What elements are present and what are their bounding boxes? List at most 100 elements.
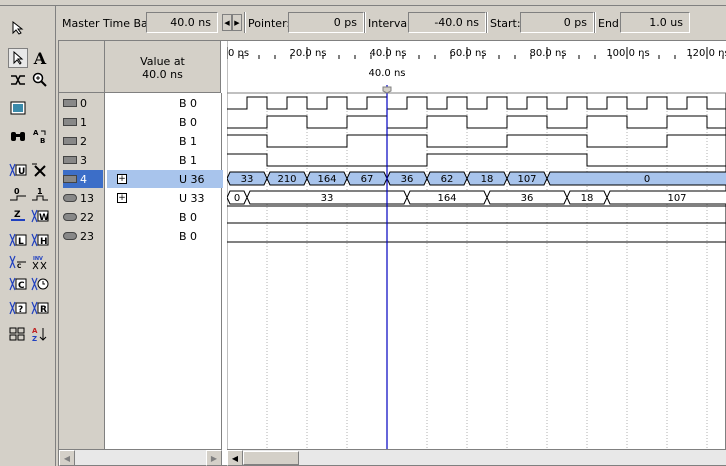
weak-low-icon[interactable]: L — [8, 230, 28, 250]
interval-field: -40.0 ns — [408, 12, 486, 33]
node-value-2[interactable]: B 1 — [107, 132, 223, 150]
next-transition-button[interactable]: ▶ — [232, 14, 242, 31]
bus-value-label: 33 — [321, 193, 334, 204]
bus-value-label: 18 — [481, 174, 494, 185]
node-name-0[interactable]: 0 — [63, 94, 103, 112]
pointer-field: 0 ps — [288, 12, 364, 33]
waveform-canvas[interactable]: 0 ps 20.0 ns 40.0 ns 60.0 ns 80.0 ns 100.0 ns… — [227, 41, 726, 451]
input-pin-icon — [63, 137, 77, 145]
text-tool-icon[interactable]: A — [30, 48, 50, 68]
cursor-handle-icon[interactable] — [382, 86, 392, 94]
bus-segment — [546, 171, 726, 186]
interval-label: Interval: — [368, 17, 414, 30]
svg-text:A: A — [33, 129, 39, 137]
weak-high-icon[interactable]: H — [30, 230, 50, 250]
waveform-scrollbar[interactable]: ◀ — [227, 449, 726, 466]
waveform-editor: Value at 40.0 ns 0 B 0 1 B 0 2 B 1 3 B 1 4 + U 36 1… — [58, 40, 726, 466]
value-at-column-header[interactable]: Value at 40.0 ns — [105, 41, 221, 93]
pointer-icon[interactable] — [8, 18, 28, 38]
separator — [486, 12, 488, 33]
expand-icon[interactable]: + — [117, 193, 127, 203]
time-header-bar: Master Time Bar: 40.0 ns ◀ ▶ Pointer: 0 … — [56, 8, 726, 36]
weak-unknown-icon[interactable]: W — [30, 206, 50, 226]
random-value-icon[interactable]: ? — [8, 298, 28, 318]
node-value-23[interactable]: B 0 — [107, 227, 223, 245]
digital-waveform — [227, 115, 726, 129]
scroll-thumb[interactable] — [243, 451, 299, 465]
node-name-13[interactable]: 13 — [63, 189, 103, 207]
node-value-1[interactable]: B 0 — [107, 113, 223, 131]
expand-icon[interactable]: + — [117, 174, 127, 184]
prev-transition-button[interactable]: ◀ — [222, 14, 232, 31]
master-time-bar-field[interactable]: 40.0 ns — [146, 12, 218, 33]
invert-icon[interactable]: INV — [30, 252, 50, 272]
separator — [364, 12, 366, 33]
clock-icon[interactable]: C — [8, 274, 28, 294]
find-icon[interactable] — [8, 126, 28, 146]
full-screen-icon[interactable] — [8, 98, 28, 118]
uninitialized-icon[interactable]: U — [8, 160, 28, 180]
node-value-label: B 0 — [179, 96, 198, 110]
digital-waveform — [227, 96, 726, 110]
bus-value-label: 18 — [581, 193, 594, 204]
bus-value-label: 0 — [234, 193, 240, 204]
node-value-13[interactable]: + U 33 — [107, 189, 223, 207]
selection-tool-icon[interactable] — [8, 48, 28, 68]
timeline-tick-label: 100.0 ns — [606, 48, 649, 59]
node-value-label: U 33 — [179, 191, 205, 205]
separator — [244, 12, 246, 33]
node-value-label: U 36 — [179, 172, 205, 186]
node-finder-icon[interactable] — [8, 70, 28, 90]
input-pin-icon — [63, 175, 77, 183]
sort-icon[interactable]: AZ — [30, 324, 50, 344]
input-pin-icon — [63, 99, 77, 107]
node-name-3[interactable]: 3 — [63, 151, 103, 169]
bus-value-label: 210 — [277, 174, 296, 185]
bus-value-label: 164 — [437, 193, 456, 204]
svg-text:B: B — [40, 137, 45, 144]
svg-text:Z: Z — [32, 335, 37, 342]
svg-text:W: W — [39, 213, 49, 223]
scroll-right-icon[interactable]: ▶ — [206, 450, 222, 466]
bus-value-label: 164 — [317, 174, 336, 185]
svg-text:U: U — [18, 167, 25, 177]
zoom-icon[interactable] — [30, 70, 50, 90]
name-column-header — [59, 41, 105, 93]
count-value-icon[interactable]: C — [8, 252, 28, 272]
node-name-1[interactable]: 1 — [63, 113, 103, 131]
node-name-23[interactable]: 23 — [63, 227, 103, 245]
node-value-3[interactable]: B 1 — [107, 151, 223, 169]
scroll-left-icon[interactable]: ◀ — [59, 450, 75, 466]
node-name-2[interactable]: 2 — [63, 132, 103, 150]
start-label: Start: — [490, 17, 521, 30]
input-pin-icon — [63, 118, 77, 126]
bus-value-label: 107 — [517, 174, 536, 185]
bus-value-label: 107 — [667, 193, 686, 204]
svg-text:L: L — [18, 237, 24, 247]
node-name-label: 1 — [80, 115, 87, 129]
forcing-high-icon[interactable]: 1 — [30, 184, 50, 204]
forcing-unknown-icon[interactable] — [30, 160, 50, 180]
random-bus-icon[interactable]: R — [30, 298, 50, 318]
replace-icon[interactable]: AB — [30, 126, 50, 146]
output-pin-icon — [63, 232, 77, 240]
node-value-label: B 0 — [179, 229, 198, 243]
node-value-4[interactable]: + U 36 — [107, 170, 223, 188]
high-impedance-icon[interactable]: Z — [8, 206, 28, 226]
input-pin-icon — [63, 156, 77, 164]
arbitrary-value-icon[interactable] — [30, 274, 50, 294]
node-value-22[interactable]: B 0 — [107, 208, 223, 226]
node-name-22[interactable]: 22 — [63, 208, 103, 226]
node-name-4[interactable]: 4 — [63, 170, 103, 188]
snap-grid-icon[interactable] — [8, 324, 28, 344]
node-value-label: B 0 — [179, 210, 198, 224]
node-value-label: B 1 — [179, 153, 198, 167]
timeline-tick-label: 0 ps — [228, 48, 249, 59]
value-at-label: Value at — [140, 55, 185, 68]
node-value-0[interactable]: B 0 — [107, 94, 223, 112]
forcing-low-icon[interactable]: 0 — [8, 184, 28, 204]
scroll-left-icon[interactable]: ◀ — [227, 450, 243, 466]
svg-text:A: A — [32, 327, 38, 335]
output-pin-icon — [63, 194, 77, 202]
value-scrollbar[interactable]: ◀ ▶ — [59, 449, 222, 466]
